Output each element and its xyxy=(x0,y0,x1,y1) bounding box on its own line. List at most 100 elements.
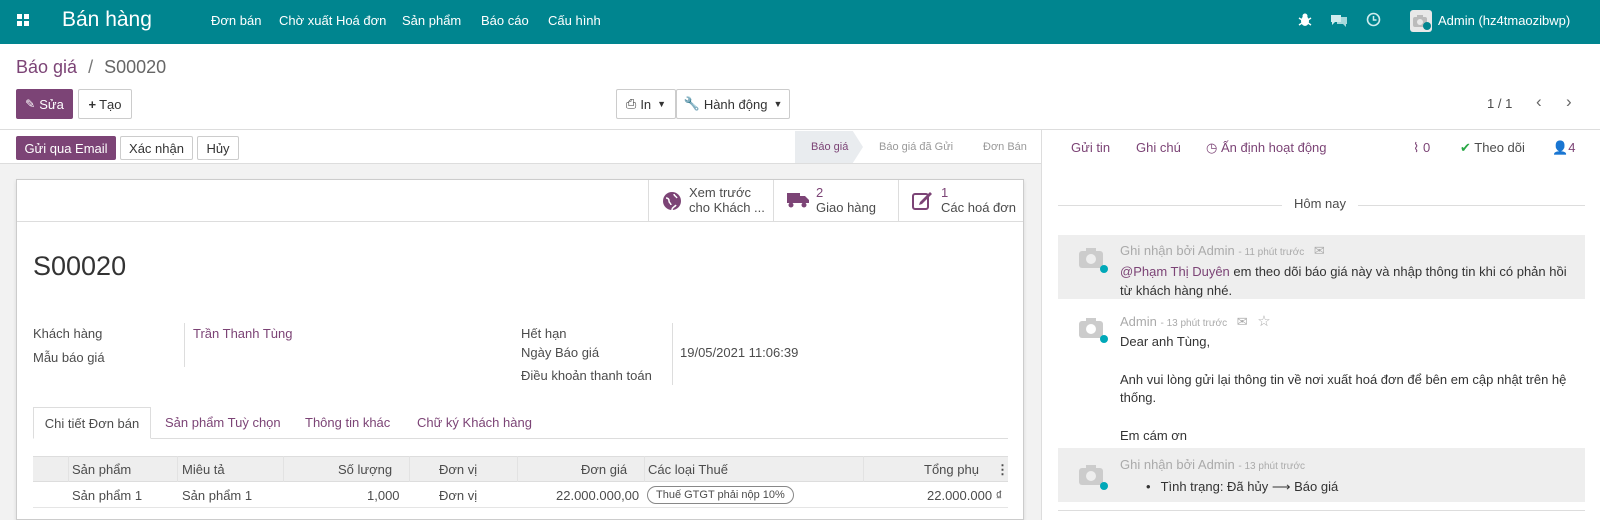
send-message-button[interactable]: Gửi tin xyxy=(1071,140,1110,155)
message-author: Ghi nhận bởi Admin - 13 phút trước xyxy=(1120,457,1305,472)
column-header-unit-price[interactable]: Đơn giá xyxy=(581,462,627,477)
send-email-button[interactable]: Gửi qua Email xyxy=(16,136,116,160)
follow-label: Theo dõi xyxy=(1474,140,1525,155)
schedule-activity-label: Ấn định hoạt động xyxy=(1220,140,1327,155)
message-line: Anh vui lòng gửi lại thông tin về nơi xu… xyxy=(1120,372,1567,387)
create-button[interactable]: + Tạo xyxy=(78,89,132,119)
followers-button[interactable]: 👤4 xyxy=(1552,140,1575,156)
menu-cau-hinh[interactable]: Cấu hình xyxy=(548,13,601,28)
follow-button[interactable]: ✔ Theo dõi xyxy=(1460,140,1525,156)
menu-bao-cao[interactable]: Báo cáo xyxy=(481,13,529,28)
paperclip-icon: ⌇ xyxy=(1413,140,1420,155)
record-name: S00020 xyxy=(33,251,127,281)
delivery-smart-button[interactable]: 2 Giao hàng xyxy=(773,180,898,222)
date-label: Ngày Báo giá xyxy=(521,345,600,360)
envelope-icon[interactable]: ✉ xyxy=(1314,243,1325,258)
wrench-icon: 🔧 xyxy=(683,96,700,111)
print-dropdown[interactable]: ⎙ In ▼ xyxy=(616,89,676,119)
column-header-uom[interactable]: Đơn vị xyxy=(439,462,477,477)
conversations-icon[interactable] xyxy=(1330,13,1348,27)
tab-other-info[interactable]: Thông tin khác xyxy=(305,407,390,439)
author-avatar[interactable] xyxy=(1078,315,1108,343)
table-row[interactable] xyxy=(33,482,1008,508)
preview-line2: cho Khách ... xyxy=(689,200,765,215)
menu-san-pham[interactable]: Sản phẩm xyxy=(402,13,461,28)
tab-customer-signature[interactable]: Chữ ký Khách hàng xyxy=(417,407,532,439)
author-name[interactable]: Admin xyxy=(1120,314,1157,329)
user-menu[interactable]: Admin (hz4tmaozibwp) xyxy=(1438,13,1570,28)
author-name[interactable]: Ghi nhận bởi Admin xyxy=(1120,457,1235,472)
activity-clock-icon[interactable] xyxy=(1366,12,1381,27)
breadcrumb: Báo giá / S00020 xyxy=(16,57,166,78)
author-name[interactable]: Ghi nhận bởi Admin xyxy=(1120,243,1235,258)
bullet-icon: • xyxy=(1146,479,1151,494)
cell-unit-price[interactable]: 22.000.000,00 xyxy=(556,488,639,503)
column-options-icon[interactable]: ⋮ xyxy=(996,462,1009,478)
message-time: - 11 phút trước xyxy=(1238,247,1305,258)
message-author: Admin - 13 phút trước ✉ ☆ xyxy=(1120,312,1271,330)
create-label: Tạo xyxy=(99,96,122,112)
tax-badge[interactable]: Thuế GTGT phải nộp 10% xyxy=(647,486,794,504)
pager-next-icon[interactable]: › xyxy=(1566,92,1572,112)
breadcrumb-parent[interactable]: Báo giá xyxy=(16,57,77,77)
breadcrumb-separator: / xyxy=(88,57,94,77)
tab-optional-products[interactable]: Sản phẩm Tuỳ chọn xyxy=(165,407,281,439)
column-header-quantity[interactable]: Số lượng xyxy=(338,462,392,477)
app-title[interactable]: Bán hàng xyxy=(62,8,152,32)
star-icon[interactable]: ☆ xyxy=(1257,313,1270,330)
message-line: thống. xyxy=(1120,390,1157,405)
column-header-product[interactable]: Sản phẩm xyxy=(72,462,131,477)
author-avatar[interactable] xyxy=(1078,245,1108,273)
message-text: em theo dõi báo giá này và nhập thông ti… xyxy=(1229,264,1567,279)
cell-uom[interactable]: Đơn vị xyxy=(439,488,477,503)
pager-value[interactable]: 1 / 1 xyxy=(1487,96,1512,111)
customer-label: Khách hàng xyxy=(33,326,103,341)
column-header-taxes[interactable]: Các loại Thuế xyxy=(648,462,728,477)
apps-menu-icon[interactable] xyxy=(17,14,29,26)
clock-icon: ◷ xyxy=(1206,140,1218,155)
column-header-subtotal[interactable]: Tổng phụ xyxy=(924,462,979,477)
author-avatar[interactable] xyxy=(1078,462,1108,490)
cancel-button[interactable]: Hủy xyxy=(197,136,239,160)
schedule-activity-button[interactable]: ◷ Ấn định hoạt động xyxy=(1206,140,1327,156)
message-author: Ghi nhận bởi Admin - 11 phút trước ✉ xyxy=(1120,243,1325,259)
menu-cho-xuat-hoa-don[interactable]: Chờ xuất Hoá đơn xyxy=(279,13,386,28)
cell-quantity[interactable]: 1,000 xyxy=(367,488,400,503)
mention-link[interactable]: @Phạm Thị Duyên xyxy=(1120,264,1230,279)
stage-sales-order[interactable]: Đơn Bán xyxy=(983,141,1027,153)
message-time: - 13 phút trước xyxy=(1160,318,1228,329)
breadcrumb-current: S00020 xyxy=(104,57,167,77)
user-avatar[interactable] xyxy=(1410,10,1432,32)
attachments-count: 0 xyxy=(1422,140,1431,155)
printer-icon: ⎙ xyxy=(625,96,637,111)
invoice-smart-button[interactable]: 1 Các hoá đơn xyxy=(898,180,1023,222)
menu-don-ban[interactable]: Đơn bán xyxy=(211,13,261,28)
debug-bug-icon[interactable] xyxy=(1298,12,1312,28)
message-body: @Phạm Thị Duyên em theo dõi báo giá này … xyxy=(1120,264,1567,279)
tab-order-lines[interactable]: Chi tiết Đơn bán xyxy=(33,407,151,439)
column-separator xyxy=(177,456,178,482)
envelope-icon[interactable]: ✉ xyxy=(1237,314,1248,329)
cell-description[interactable]: Sản phẩm 1 xyxy=(182,488,252,503)
column-separator xyxy=(68,456,69,482)
confirm-button[interactable]: Xác nhận xyxy=(120,136,193,160)
log-note-button[interactable]: Ghi chú xyxy=(1136,140,1181,155)
payment-terms-label: Điều khoản thanh toán xyxy=(521,368,652,383)
pager-previous-icon[interactable]: ‹ xyxy=(1536,92,1542,112)
chatter-divider xyxy=(1041,130,1042,520)
customer-value[interactable]: Trần Thanh Tùng xyxy=(193,326,293,341)
pencil-icon: ✎ xyxy=(25,97,36,111)
edit-label: Sửa xyxy=(39,96,64,112)
delivery-label: Giao hàng xyxy=(816,200,876,215)
action-dropdown[interactable]: 🔧 Hành động ▼ xyxy=(676,89,790,119)
stage-quotation-sent[interactable]: Báo giá đã Gửi xyxy=(879,141,953,153)
cell-product[interactable]: Sản phẩm 1 xyxy=(72,488,142,503)
attachments-button[interactable]: ⌇ 0 xyxy=(1413,140,1430,156)
followers-count: 4 xyxy=(1568,140,1576,155)
date-value[interactable]: 19/05/2021 11:06:39 xyxy=(680,345,798,360)
delivery-count: 2 xyxy=(816,185,824,200)
cell-subtotal[interactable]: 22.000.000 ₫ xyxy=(927,488,1002,503)
edit-button[interactable]: ✎ Sửa xyxy=(16,89,73,119)
preview-smart-button[interactable]: Xem trước cho Khách ... xyxy=(648,180,773,222)
column-header-description[interactable]: Miêu tả xyxy=(182,462,225,477)
